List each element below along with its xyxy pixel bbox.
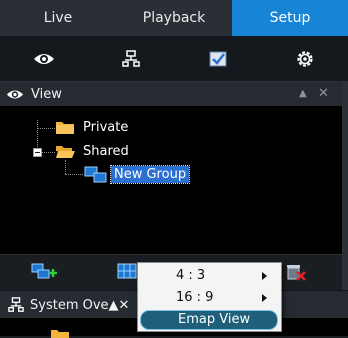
device-mode-button[interactable] — [87, 37, 174, 81]
close-icon[interactable]: ✕ — [119, 298, 130, 313]
collapse-icon[interactable]: ▲ — [109, 298, 119, 313]
tree-connector — [37, 128, 55, 129]
tab-live[interactable]: Live — [0, 0, 116, 36]
tab-playback[interactable]: Playback — [116, 0, 232, 36]
close-icon[interactable]: ✕ — [318, 86, 329, 101]
view-tree: Private Shared New Group — [0, 106, 348, 254]
schedule-mode-button[interactable] — [174, 37, 261, 81]
submenu-arrow-icon — [262, 272, 267, 280]
scrollbar[interactable] — [342, 82, 348, 290]
submenu-arrow-icon — [262, 294, 267, 302]
folder-icon — [51, 330, 69, 338]
add-group-button[interactable] — [31, 263, 57, 285]
delete-icon — [287, 265, 306, 281]
menu-item-label: Emap View — [178, 312, 251, 327]
view-group-icon — [84, 166, 107, 183]
tab-setup[interactable]: Setup — [232, 0, 348, 36]
view-panel-title: View — [31, 86, 62, 102]
tree-node-private[interactable]: Private — [55, 120, 128, 135]
network-icon — [8, 297, 24, 312]
main-tabs: Live Playback Setup — [0, 0, 348, 37]
menu-item-label: 16 : 9 — [176, 290, 214, 305]
collapse-icon[interactable]: ▲ — [299, 88, 307, 99]
menu-item-16-9[interactable]: 16 : 9 — [138, 288, 279, 308]
folder-icon — [56, 122, 74, 134]
folder-open-icon — [56, 146, 75, 158]
tab-live-label: Live — [43, 10, 73, 26]
collapse-shared-toggle[interactable] — [33, 148, 42, 157]
add-group-icon — [31, 263, 57, 279]
menu-item-label: 4 : 3 — [176, 268, 206, 283]
menu-item-4-3[interactable]: 4 : 3 — [138, 266, 279, 286]
checklist-icon — [209, 51, 226, 67]
tree-node-shared[interactable]: Shared — [55, 144, 129, 159]
menu-item-emap-view[interactable]: Emap View — [138, 310, 279, 330]
tree-node-label: Private — [83, 120, 129, 135]
tab-setup-label: Setup — [269, 10, 311, 26]
layout-button[interactable] — [117, 263, 137, 283]
icon-bar — [0, 37, 348, 82]
settings-button[interactable] — [261, 37, 348, 81]
gear-icon — [296, 51, 313, 67]
eye-icon — [33, 54, 54, 64]
tree-node-new-group[interactable]: New Group — [84, 165, 191, 184]
view-panel-header[interactable]: View ▲ ✕ — [0, 82, 348, 107]
tree-node-label: Shared — [83, 144, 129, 159]
tab-playback-label: Playback — [142, 10, 206, 26]
layout-context-menu: 4 : 3 16 : 9 Emap View — [137, 262, 282, 332]
tree-connector — [65, 160, 66, 174]
tree-connector — [42, 152, 55, 153]
tree-connector — [65, 174, 83, 175]
tree-node-label: New Group — [109, 165, 191, 184]
eye-icon — [6, 89, 24, 99]
delete-button[interactable] — [285, 263, 307, 285]
layout-icon — [117, 263, 137, 279]
system-panel-title: System Ove — [30, 297, 109, 313]
network-icon — [121, 50, 140, 67]
view-mode-button[interactable] — [0, 37, 87, 81]
